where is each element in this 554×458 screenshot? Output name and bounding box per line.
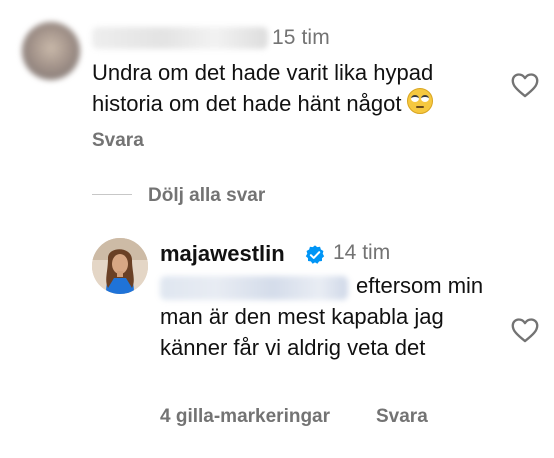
comment-timestamp[interactable]: 15 tim (272, 26, 330, 50)
comment-body: Undra om det hade varit lika hypad histo… (92, 60, 434, 116)
avatar-blurred[interactable] (22, 22, 80, 80)
verified-badge-icon (305, 245, 325, 264)
hide-replies-button[interactable]: Dölj alla svar (148, 185, 265, 207)
divider-line (92, 194, 132, 195)
reply-button[interactable]: Svara (92, 130, 144, 152)
reply-button[interactable]: Svara (376, 406, 428, 428)
face-with-rolling-eyes-emoji (407, 88, 434, 114)
likes-count[interactable]: 4 gilla-markeringar (160, 406, 330, 428)
heart-outline-icon[interactable] (511, 317, 539, 343)
comment-text: Undra om det hade varit lika hypad histo… (92, 57, 502, 119)
reply-body: eftersom min man är den mest kapabla jag… (160, 273, 484, 360)
reply-text: eftersom min man är den mest kapabla jag… (160, 270, 500, 363)
username-blurred[interactable] (92, 27, 268, 49)
comment-thread: 15 tim Undra om det hade varit lika hypa… (0, 0, 554, 458)
username[interactable]: majawestlin (160, 241, 285, 267)
reply-timestamp[interactable]: 14 tim (333, 241, 390, 265)
avatar[interactable] (92, 238, 148, 294)
heart-outline-icon[interactable] (511, 72, 539, 98)
